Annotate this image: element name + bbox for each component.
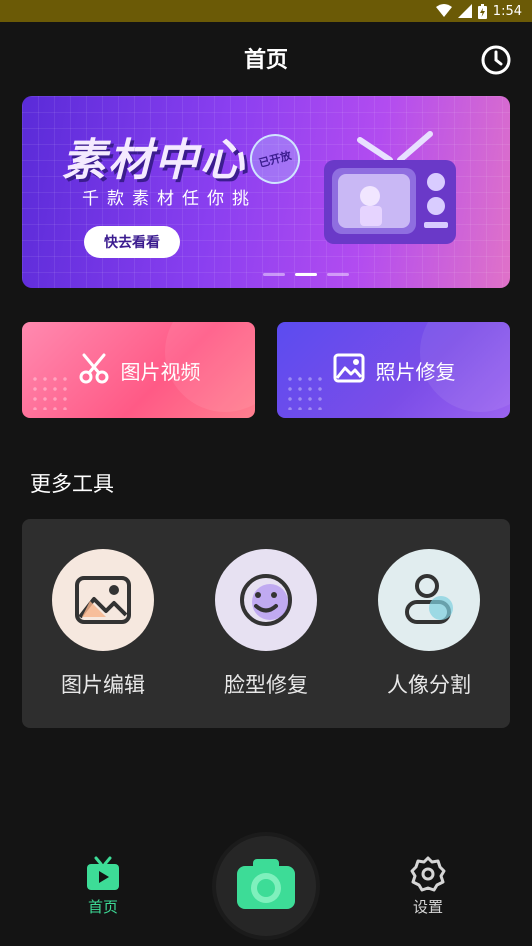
- scissors-icon: [77, 351, 111, 390]
- image-icon: [332, 351, 366, 390]
- wifi-icon: [435, 4, 452, 18]
- tab-home-label: 首页: [87, 898, 118, 916]
- smiley-face-icon: [215, 549, 317, 651]
- camera-icon: [235, 857, 297, 915]
- picture-icon: [52, 549, 154, 651]
- banner-subtitle: 千款素材任你挑: [82, 189, 257, 209]
- status-time: 1:54: [492, 3, 522, 19]
- carousel-dot-active[interactable]: [295, 273, 317, 276]
- clock-icon[interactable]: [480, 44, 512, 76]
- tool-image-edit-label: 图片编辑: [61, 673, 145, 697]
- tv-play-icon: [85, 856, 121, 896]
- card-dot-pattern: [285, 374, 325, 410]
- tab-home[interactable]: 首页: [63, 856, 143, 917]
- more-tools-title: 更多工具: [30, 472, 114, 496]
- photo-repair-card[interactable]: 照片修复: [277, 322, 510, 418]
- header: 首页: [0, 22, 532, 94]
- tool-portrait-segment[interactable]: 人像分割: [369, 549, 489, 699]
- tab-settings-label: 设置: [412, 898, 443, 916]
- camera-button[interactable]: [216, 836, 316, 936]
- signal-icon: [457, 4, 472, 18]
- carousel-indicator: [22, 273, 510, 276]
- card-dot-pattern: [30, 374, 70, 410]
- gear-icon: [410, 856, 446, 896]
- carousel-dot[interactable]: [327, 273, 349, 276]
- image-video-card[interactable]: 图片视频: [22, 322, 255, 418]
- tool-face-repair[interactable]: 脸型修复: [206, 549, 326, 699]
- tool-face-repair-label: 脸型修复: [224, 673, 308, 697]
- tool-portrait-segment-label: 人像分割: [387, 673, 471, 697]
- card-glow: [165, 322, 255, 412]
- banner-title: 素材中心: [62, 135, 246, 186]
- tool-image-edit[interactable]: 图片编辑: [43, 549, 163, 699]
- more-tools-panel: 图片编辑 脸型修复 人像分割: [22, 519, 510, 728]
- battery-icon: [477, 3, 487, 19]
- page-title: 首页: [243, 48, 288, 73]
- retro-tv-illustration: [320, 130, 460, 248]
- promo-banner[interactable]: 素材中心 已开放 千款素材任你挑 快去看看: [22, 96, 510, 288]
- carousel-dot[interactable]: [263, 273, 285, 276]
- tab-settings[interactable]: 设置: [388, 856, 468, 917]
- person-icon: [378, 549, 480, 651]
- card-glow: [420, 322, 510, 412]
- status-bar: 1:54: [0, 0, 532, 22]
- banner-go-button[interactable]: 快去看看: [84, 226, 180, 258]
